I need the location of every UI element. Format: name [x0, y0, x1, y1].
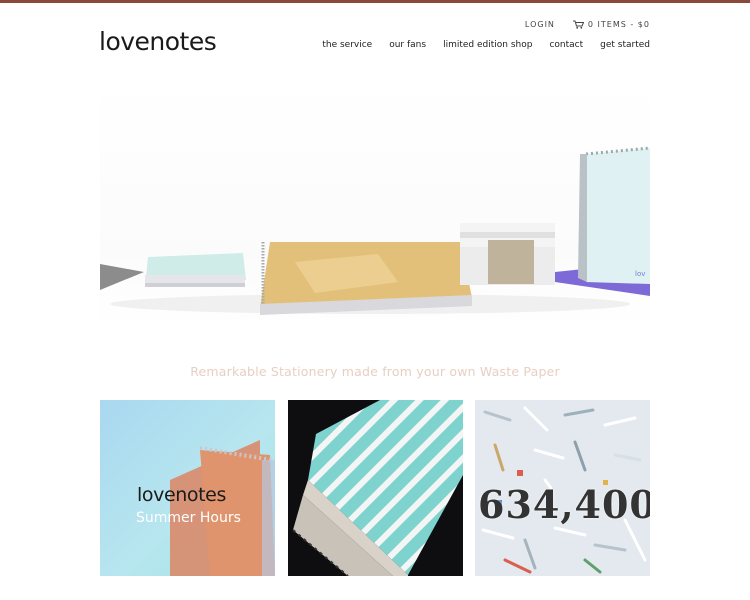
cart-icon [572, 20, 584, 29]
tile-summer-hours[interactable]: lovenotes Summer Hours [100, 400, 275, 576]
utility-nav: LOGIN 0 ITEMS - $0 [525, 20, 650, 29]
nav-get-started[interactable]: get started [600, 40, 650, 50]
top-accent-bar [0, 0, 750, 3]
cart-summary: 0 ITEMS - $0 [587, 20, 650, 29]
svg-text:lov: lov [635, 270, 645, 278]
nav-the-service[interactable]: the service [322, 40, 372, 50]
tile-summer-subtitle: Summer Hours [136, 510, 241, 526]
main-nav: the service our fans limited edition sho… [322, 40, 650, 50]
nav-our-fans[interactable]: our fans [389, 40, 426, 50]
cart-link[interactable]: 0 ITEMS - $0 [572, 20, 650, 29]
nav-limited-edition-shop[interactable]: limited edition shop [443, 40, 532, 50]
nav-contact[interactable]: contact [549, 40, 583, 50]
waste-paper-counter: 634,400 [478, 482, 650, 527]
login-link[interactable]: LOGIN [525, 20, 555, 29]
tagline: Remarkable Stationery made from your own… [190, 364, 560, 379]
hero-stationery-illustration: lov [100, 146, 650, 315]
tile-paper-counter[interactable]: 634,400 [475, 400, 650, 576]
tile-summer-logo: lovenotes [137, 484, 226, 506]
tile-patterned-notebook[interactable] [288, 400, 463, 576]
tile-notebook-art [292, 400, 463, 576]
hero-image: lov [100, 82, 650, 327]
site-logo[interactable]: lovenotes [99, 27, 217, 57]
